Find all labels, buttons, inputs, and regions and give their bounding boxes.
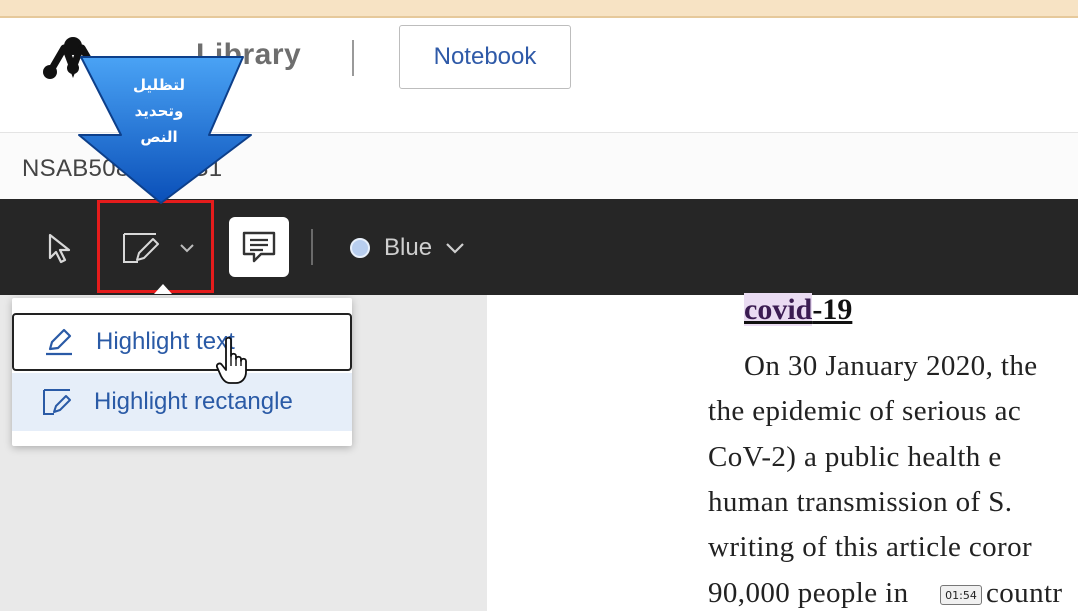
color-picker[interactable]: Blue — [350, 228, 466, 268]
chevron-down-icon — [446, 243, 464, 254]
color-swatch — [350, 238, 370, 258]
menu-item-highlight-rectangle[interactable]: Highlight rectangle — [12, 373, 352, 431]
chevron-down-icon — [180, 244, 194, 253]
notebook-button[interactable]: Notebook — [399, 25, 571, 89]
callout-line: لتظليل — [132, 76, 185, 94]
heading-suffix: -19 — [812, 293, 853, 326]
video-timestamp: 01:54 — [940, 585, 982, 605]
menu-item-label: Highlight rectangle — [94, 388, 293, 415]
pen-icon — [46, 328, 72, 356]
select-cursor-icon[interactable] — [44, 232, 76, 264]
comment-button[interactable] — [229, 217, 289, 277]
highlighted-word: covid — [744, 293, 813, 326]
document-heading: covid-19 — [744, 293, 852, 327]
callout-line: النص — [140, 128, 178, 146]
body-text-line: 90,000 people in — [708, 577, 909, 609]
body-text-line: writing of this article coror — [708, 531, 1033, 563]
body-text-line: human transmission of S. — [708, 486, 1013, 518]
menu-item-label: Highlight text — [96, 328, 235, 355]
body-text-line: On 30 January 2020, the — [744, 350, 1038, 382]
dropdown-caret — [154, 284, 172, 294]
body-text-line: the epidemic of serious ac — [708, 395, 1022, 427]
hand-pointer-icon — [216, 336, 247, 384]
highlight-dropdown-menu: Highlight text Highlight rectangle — [12, 298, 352, 446]
color-label: Blue — [384, 234, 433, 261]
menu-item-highlight-text[interactable]: Highlight text — [12, 313, 352, 371]
top-strip — [0, 0, 1078, 18]
callout-line: وتحديد — [134, 102, 184, 120]
header-divider — [352, 40, 354, 76]
body-text-line: countr — [986, 577, 1063, 609]
highlight-tool-button[interactable] — [97, 200, 214, 293]
body-text-line: CoV-2) a public health e — [708, 441, 1002, 473]
rectangle-pen-icon — [43, 389, 71, 415]
toolbar-separator — [311, 229, 313, 265]
callout-label: لتظليل وتحديد النص — [77, 72, 241, 150]
comment-icon — [242, 231, 276, 263]
highlight-pen-icon — [123, 233, 159, 263]
